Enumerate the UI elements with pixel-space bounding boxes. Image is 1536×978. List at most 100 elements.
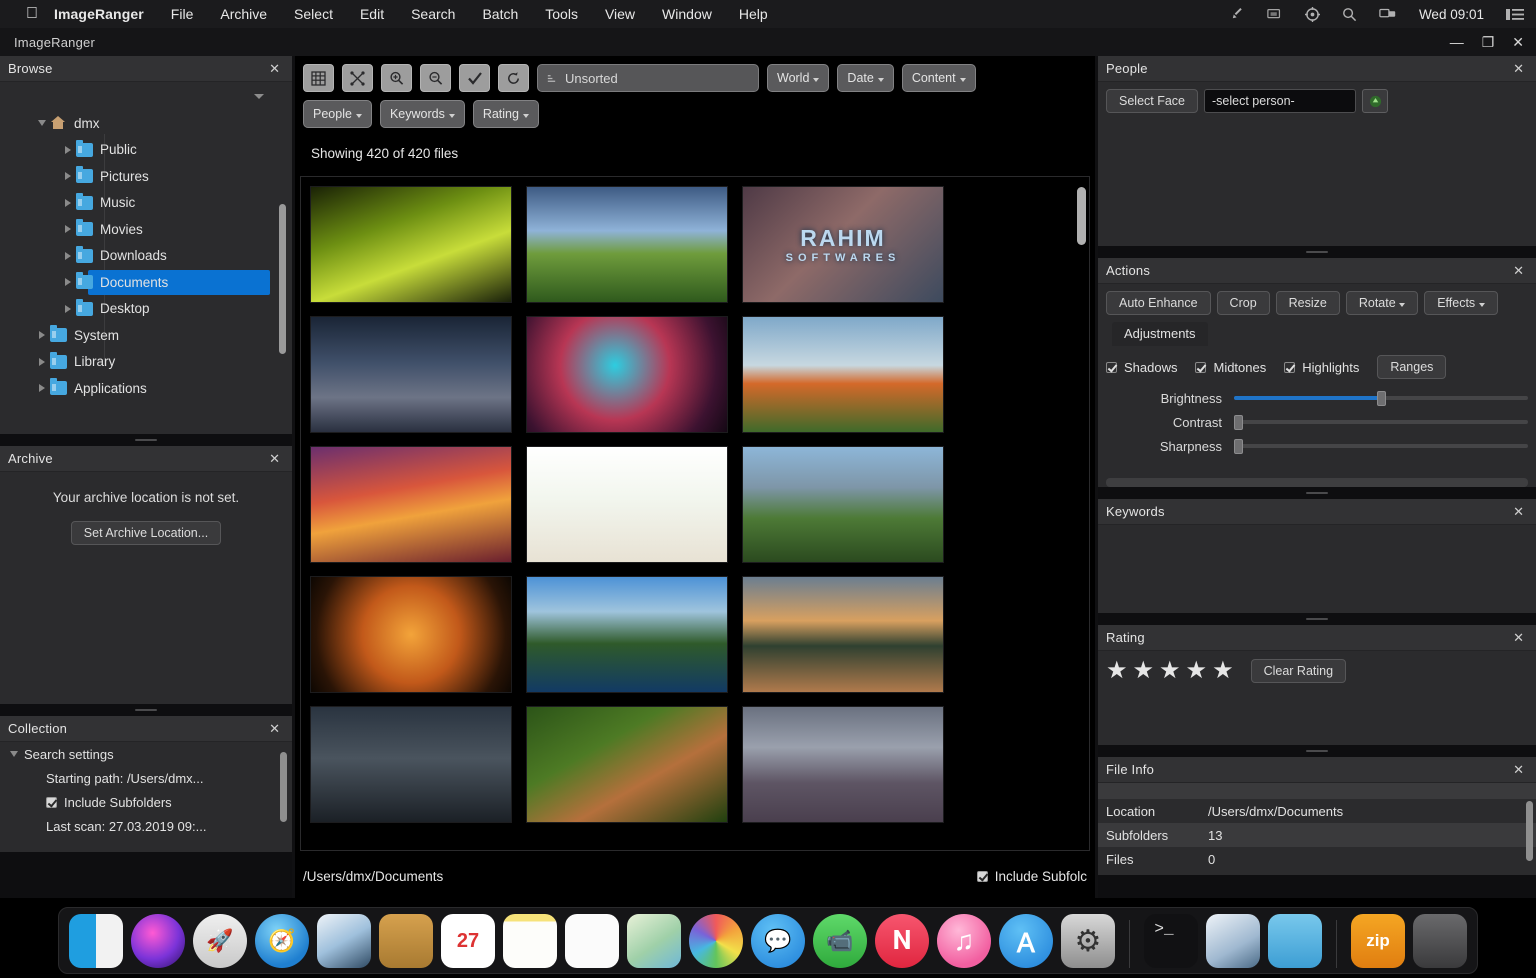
ranges-button[interactable]: Ranges — [1377, 355, 1447, 379]
thumbnail-autumn-tree[interactable] — [742, 316, 944, 433]
launchpad-icon[interactable]: 🚀 — [193, 914, 247, 968]
splitter-actions-keywords[interactable] — [1098, 487, 1536, 499]
crop-button[interactable]: Crop — [1216, 291, 1270, 315]
brightness-slider-knob[interactable] — [1377, 390, 1386, 406]
splitter-browse-archive[interactable] — [0, 434, 292, 446]
contacts-icon[interactable] — [379, 914, 433, 968]
tree-item-desktop[interactable]: Desktop — [0, 296, 292, 323]
menu-item-window[interactable]: Window — [662, 6, 712, 22]
gear-icon[interactable] — [1304, 6, 1320, 22]
highlights-checkbox-row[interactable]: Highlights — [1284, 360, 1359, 375]
tree-item-dmx[interactable]: dmx — [0, 110, 292, 137]
tree-item-downloads[interactable]: Downloads — [0, 243, 292, 270]
status-include-subfolders-checkbox[interactable] — [976, 870, 988, 882]
grid-view-icon[interactable] — [303, 64, 334, 92]
zoom-in-icon[interactable] — [381, 64, 412, 92]
include-subfolders-checkbox[interactable] — [46, 796, 57, 808]
chevron-right-icon[interactable] — [60, 304, 76, 313]
resize-button[interactable]: Resize — [1275, 291, 1340, 315]
effects-button[interactable]: Effects — [1424, 291, 1498, 315]
browse-scrollbar[interactable] — [279, 204, 286, 354]
tree-item-documents[interactable]: Documents — [0, 269, 292, 296]
app-store-icon[interactable]: Ａ — [999, 914, 1053, 968]
thumbnail-vegetable-juices[interactable] — [526, 446, 728, 563]
chevron-down-icon[interactable] — [34, 120, 50, 127]
menu-item-file[interactable]: File — [171, 6, 194, 22]
trash-icon[interactable] — [1413, 914, 1467, 968]
minimize-button[interactable]: — — [1450, 35, 1464, 49]
chevron-down-icon[interactable] — [254, 94, 264, 99]
preview-icon[interactable] — [1206, 914, 1260, 968]
select-face-button[interactable]: Select Face — [1106, 89, 1199, 113]
thumbnail-sunset-lake-reflection[interactable] — [742, 576, 944, 693]
contrast-slider[interactable] — [1234, 414, 1528, 430]
search-settings-node[interactable]: Search settings — [0, 742, 292, 766]
menu-app-name[interactable]: ImageRanger — [54, 6, 144, 22]
brightness-slider[interactable] — [1234, 390, 1528, 406]
keywords-close-icon[interactable]: ✕ — [1509, 504, 1528, 520]
thumbnail-rahim-softwares-watermark[interactable]: RAHIM SOFTWARES — [742, 186, 944, 303]
thumbnail-mountain-meadow[interactable] — [742, 446, 944, 563]
menu-item-batch[interactable]: Batch — [482, 6, 518, 22]
chevron-right-icon[interactable] — [34, 384, 50, 393]
rotate-button[interactable]: Rotate — [1345, 291, 1419, 315]
splitter-people-actions[interactable] — [1098, 246, 1536, 258]
chevron-right-icon[interactable] — [60, 145, 76, 154]
sharpness-slider[interactable] — [1234, 438, 1528, 454]
thumbnail-grid[interactable]: RAHIM SOFTWARES — [301, 177, 1089, 823]
menu-item-view[interactable]: View — [605, 6, 635, 22]
keywords-panel-body[interactable] — [1098, 525, 1536, 613]
gallery-scrollbar[interactable] — [1077, 187, 1086, 245]
calendar-icon[interactable]: 27 — [441, 914, 495, 968]
tree-item-library[interactable]: Library — [0, 349, 292, 376]
menu-item-tools[interactable]: Tools — [545, 6, 578, 22]
thumbnail-grid-container[interactable]: RAHIM SOFTWARES — [300, 176, 1090, 851]
collection-scrollbar[interactable] — [280, 752, 287, 822]
facetime-icon[interactable]: 📹 — [813, 914, 867, 968]
search-icon[interactable] — [1342, 7, 1357, 22]
fileinfo-close-icon[interactable]: ✕ — [1509, 762, 1528, 778]
filter-date-button[interactable]: Date — [837, 64, 894, 92]
tree-item-applications[interactable]: Applications — [0, 375, 292, 402]
midtones-checkbox[interactable] — [1195, 361, 1207, 373]
chevron-right-icon[interactable] — [60, 251, 76, 260]
select-all-icon[interactable] — [459, 64, 490, 92]
tree-item-music[interactable]: Music — [0, 190, 292, 217]
browse-close-icon[interactable]: ✕ — [265, 61, 284, 77]
notes-icon[interactable] — [503, 914, 557, 968]
thumbnail-orange-motorcycle[interactable] — [310, 576, 512, 693]
menu-item-archive[interactable]: Archive — [220, 6, 267, 22]
thumbnail-dark-road-ruins[interactable] — [310, 316, 512, 433]
filter-keywords-button[interactable]: Keywords — [379, 100, 465, 128]
sharpness-slider-knob[interactable] — [1234, 438, 1243, 454]
rating-close-icon[interactable]: ✕ — [1509, 630, 1528, 646]
itunes-icon[interactable]: ♫ — [937, 914, 991, 968]
maximize-button[interactable]: ❐ — [1482, 35, 1495, 49]
zoom-out-icon[interactable] — [420, 64, 451, 92]
midtones-checkbox-row[interactable]: Midtones — [1195, 360, 1266, 375]
actions-horizontal-scrollbar[interactable] — [1106, 478, 1528, 487]
include-subfolders-row[interactable]: Include Subfolders — [0, 790, 292, 814]
rating-star-1[interactable]: ★ — [1106, 659, 1128, 683]
chevron-right-icon[interactable] — [60, 172, 76, 181]
splitter-archive-collection[interactable] — [0, 704, 292, 716]
collection-close-icon[interactable]: ✕ — [265, 721, 284, 737]
splitter-keywords-rating[interactable] — [1098, 613, 1536, 625]
maps-icon[interactable] — [627, 914, 681, 968]
filter-content-button[interactable]: Content — [901, 64, 976, 92]
photos-preview-icon[interactable] — [317, 914, 371, 968]
thumbnail-dark-warehouse[interactable] — [310, 706, 512, 823]
clear-rating-button[interactable]: Clear Rating — [1250, 659, 1347, 683]
apple-icon[interactable]:  — [26, 6, 38, 22]
rating-star-3[interactable]: ★ — [1159, 659, 1181, 683]
tree-item-movies[interactable]: Movies — [0, 216, 292, 243]
screen-share-icon[interactable] — [1267, 8, 1283, 21]
tab-adjustments[interactable]: Adjustments — [1112, 322, 1208, 346]
rating-stars[interactable]: ★ ★ ★ ★ ★ Clear Rating — [1098, 651, 1536, 683]
news-icon[interactable]: 𝐍 — [875, 914, 929, 968]
display-icon[interactable] — [1379, 7, 1397, 21]
filter-world-button[interactable]: World — [767, 64, 830, 92]
finder-icon[interactable] — [69, 914, 123, 968]
add-person-icon[interactable] — [1362, 89, 1389, 113]
contrast-slider-knob[interactable] — [1234, 414, 1243, 430]
